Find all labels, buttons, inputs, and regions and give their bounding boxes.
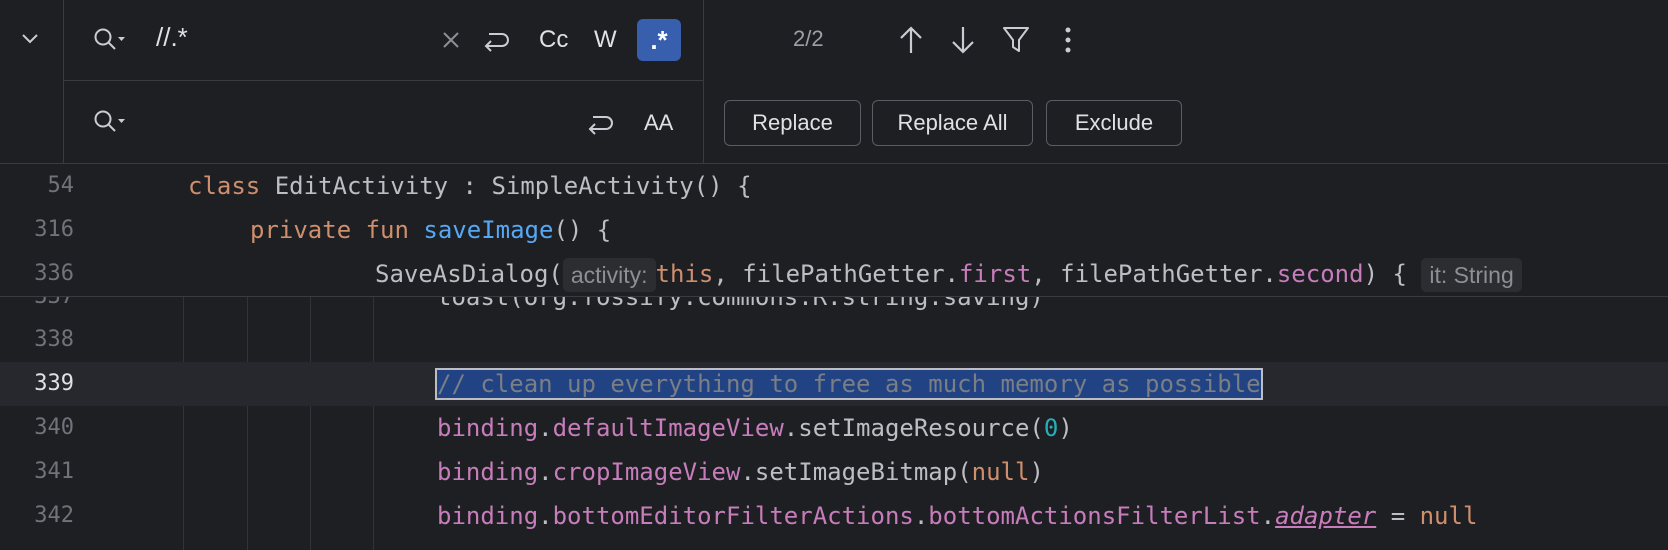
code-text: private fun saveImage() { — [250, 216, 612, 244]
chevron-down-icon[interactable] — [20, 28, 40, 48]
code-line[interactable]: 338 — [0, 318, 1668, 362]
line-number: 54 — [47, 173, 75, 198]
arrow-up-icon[interactable] — [898, 24, 924, 56]
filter-icon[interactable] — [1002, 25, 1030, 55]
match-counter: 2/2 — [793, 26, 824, 51]
exclude-button[interactable]: Exclude — [1046, 100, 1182, 146]
replace-history-icon[interactable] — [93, 109, 129, 135]
clear-search-icon[interactable] — [441, 30, 461, 50]
code-text: binding.bottomEditorFilterActions.bottom… — [437, 502, 1478, 530]
code-text: // clean up everything to free as much m… — [435, 362, 1263, 406]
new-line-icon[interactable] — [480, 25, 512, 55]
replace-button[interactable]: Replace — [724, 100, 861, 146]
preserve-case-toggle[interactable]: AA — [644, 110, 673, 136]
code-line[interactable]: 342 binding.bottomEditorFilterActions.bo… — [0, 494, 1668, 538]
words-toggle[interactable]: W — [594, 26, 617, 54]
parameter-hint: activity: — [562, 258, 656, 292]
more-options-icon[interactable] — [1058, 25, 1078, 55]
code-text: binding.cropImageView.setImageBitmap(nul… — [437, 458, 1044, 486]
code-text: SaveAsDialog(activity: this, filePathGett… — [375, 252, 1522, 296]
search-history-icon[interactable] — [93, 27, 129, 53]
line-number: 342 — [34, 503, 74, 528]
line-number: 336 — [34, 261, 74, 286]
toggle-replace-column — [0, 0, 64, 163]
divider — [63, 80, 703, 81]
line-number: 339 — [34, 371, 74, 396]
code-line-current[interactable]: 339 // clean up everything to free as mu… — [0, 362, 1668, 406]
arrow-down-icon[interactable] — [950, 24, 976, 56]
line-number: 316 — [34, 217, 74, 242]
code-text: binding.defaultImageView.setImageResourc… — [437, 414, 1073, 442]
line-number: 340 — [34, 415, 74, 440]
new-line-icon[interactable] — [584, 108, 616, 138]
lambda-hint: it: String — [1421, 258, 1522, 292]
code-editor[interactable]: 54 class EditActivity : SimpleActivity()… — [0, 164, 1668, 550]
sticky-line[interactable]: 316 private fun saveImage() { — [0, 208, 1668, 252]
replace-all-button[interactable]: Replace All — [872, 100, 1033, 146]
divider — [703, 0, 704, 163]
match-case-toggle[interactable]: Cc — [539, 26, 568, 54]
line-number: 341 — [34, 459, 74, 484]
code-line[interactable]: 340 binding.defaultImageView.setImageRes… — [0, 406, 1668, 450]
code-line[interactable]: 341 binding.cropImageView.setImageBitmap… — [0, 450, 1668, 494]
sticky-line[interactable]: 336 SaveAsDialog(activity: this, filePath… — [0, 252, 1668, 296]
line-number: 338 — [34, 327, 74, 352]
sticky-scroll-header: 54 class EditActivity : SimpleActivity()… — [0, 164, 1668, 297]
sticky-line[interactable]: 54 class EditActivity : SimpleActivity()… — [0, 164, 1668, 208]
regex-toggle[interactable]: .* — [637, 19, 681, 61]
code-text: class EditActivity : SimpleActivity() { — [188, 172, 752, 200]
search-input[interactable]: //.* — [156, 22, 188, 53]
search-match-highlight: // clean up everything to free as much m… — [435, 368, 1263, 400]
find-replace-panel: //.* Cc W .* 2/2 AA Replace Replace All … — [0, 0, 1668, 164]
